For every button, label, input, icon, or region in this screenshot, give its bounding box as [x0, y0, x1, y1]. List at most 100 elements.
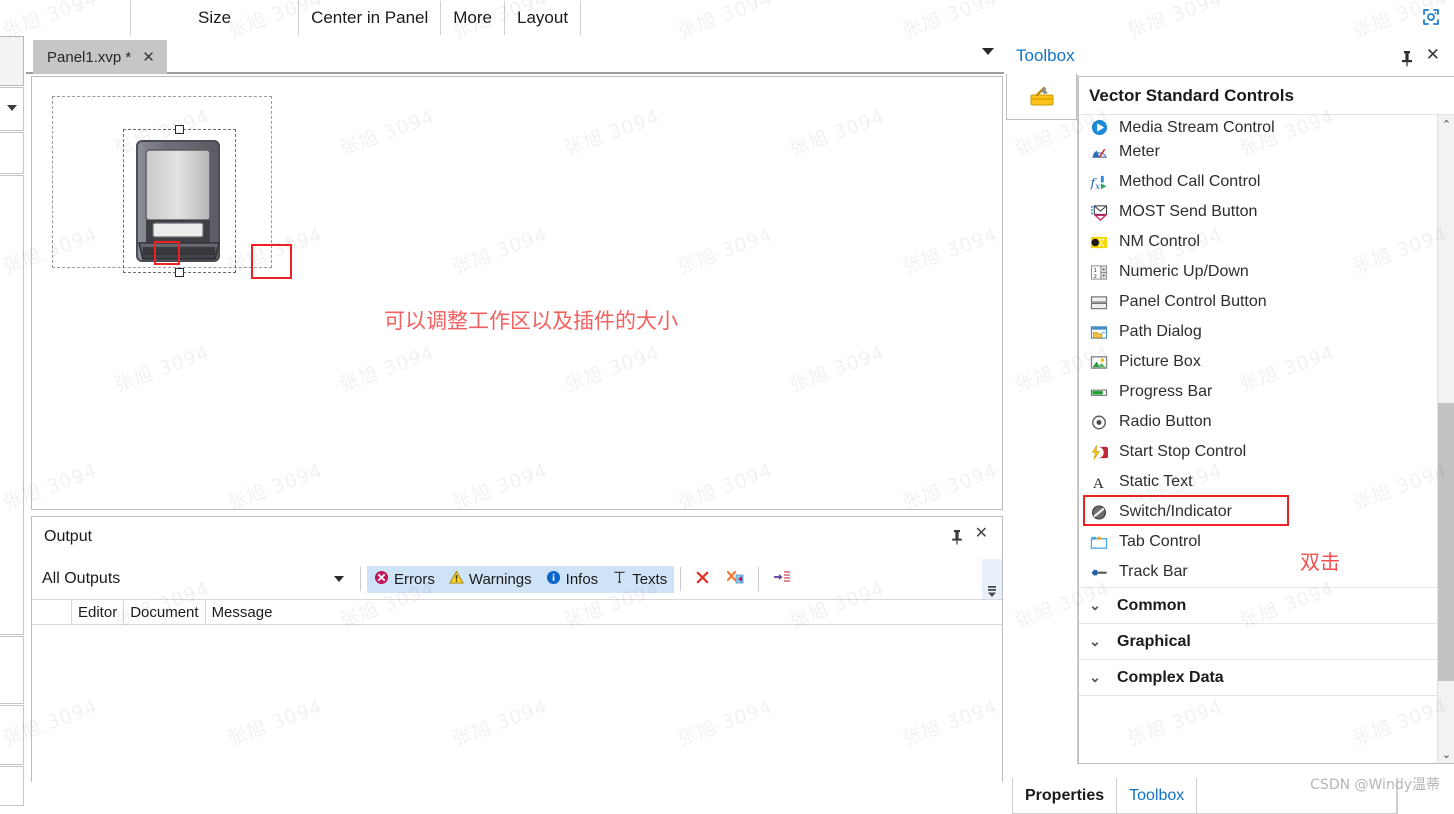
toolbox-item-progress-bar[interactable]: Progress Bar [1079, 377, 1454, 407]
column-header-message[interactable]: Message [206, 599, 1002, 625]
close-icon[interactable]: ✕ [1426, 46, 1440, 63]
scrollbar-thumb[interactable] [1438, 403, 1454, 681]
output-rows-area[interactable] [32, 625, 1002, 782]
toolbox-item-radio-button[interactable]: Radio Button [1079, 407, 1454, 437]
filter-texts-label: Texts [632, 570, 668, 588]
left-rail-box-5[interactable] [0, 766, 24, 806]
left-rail-box-2[interactable] [0, 175, 24, 635]
toolbox-item-label: Start Stop Control [1119, 443, 1247, 460]
output-filter-select[interactable]: All Outputs [42, 564, 354, 594]
tab-panel1-xvp[interactable]: Panel1.xvp * ✕ [33, 40, 167, 74]
filter-errors-button[interactable]: Errors [367, 565, 442, 593]
output-filter-value: All Outputs [42, 570, 121, 587]
tab-control-icon [1089, 532, 1109, 552]
toolbox-item-media-stream-control[interactable]: Media Stream Control [1079, 115, 1454, 137]
resize-handle-top[interactable] [175, 125, 184, 134]
clear-output-button[interactable] [687, 566, 718, 593]
toolbox-item-tab-control[interactable]: Tab Control [1079, 527, 1454, 557]
output-grid-header: Editor Document Message [32, 599, 1002, 625]
toolbox-section-complex-data[interactable]: ⌄ Complex Data [1079, 659, 1454, 695]
tab-properties[interactable]: Properties [1013, 778, 1118, 813]
svg-text:x: x [1095, 182, 1100, 191]
toolbox-item-meter[interactable]: Meter [1079, 137, 1454, 167]
media-stream-icon [1089, 117, 1109, 137]
toolbox-item-label: Media Stream Control [1119, 119, 1275, 136]
command-more[interactable]: More [441, 1, 504, 35]
wrap-text-icon [773, 569, 791, 589]
toolbox-item-most-send-button[interactable]: MOST Send Button [1079, 197, 1454, 227]
most-send-icon [1089, 202, 1109, 222]
tab-close-icon[interactable]: ✕ [142, 50, 155, 65]
toolbox-item-path-dialog[interactable]: Path Dialog [1079, 317, 1454, 347]
toolbox-item-panel-control-button[interactable]: Panel Control Button [1079, 287, 1454, 317]
design-canvas[interactable]: 可以调整工作区以及插件的大小 [31, 76, 1003, 510]
tab-toolbox[interactable]: Toolbox [1117, 778, 1198, 813]
toolbox-group-title: Vector Standard Controls [1079, 77, 1454, 115]
toolbox-section-common[interactable]: ⌄ Common [1079, 587, 1454, 623]
csdn-credit: CSDN @Windy温蒂 [1310, 777, 1440, 793]
svg-text:2: 2 [1093, 274, 1097, 280]
tab-label: Panel1.xvp * [47, 48, 132, 66]
toolbox-item-label: Track Bar [1119, 563, 1188, 580]
left-rail-panel-tab[interactable] [0, 36, 24, 86]
toolbar-separator [680, 567, 682, 591]
command-center-in-panel[interactable]: Center in Panel [299, 1, 440, 35]
toolbox-section-graphical[interactable]: ⌄ Graphical [1079, 623, 1454, 659]
close-icon[interactable]: ✕ [975, 526, 988, 542]
output-toolbar: All Outputs Errors Warnings Infos Texts [32, 559, 1002, 599]
left-rail-box-1[interactable] [0, 132, 24, 174]
toolbox-item-numeric-updown[interactable]: 1 2 Numeric Up/Down [1079, 257, 1454, 287]
toolbox-item-switch-indicator[interactable]: Switch/Indicator [1079, 497, 1454, 527]
meter-icon [1089, 142, 1109, 162]
command-size[interactable]: Size [186, 1, 243, 35]
toolbox-item-label: Method Call Control [1119, 173, 1261, 190]
svg-text:1: 1 [1093, 268, 1097, 274]
toolbox-item-label: NM Control [1119, 233, 1200, 250]
warning-icon [449, 570, 464, 589]
toolbox-item-label: Progress Bar [1119, 383, 1213, 400]
output-panel: Output ✕ All Outputs Errors Warnings Inf… [31, 516, 1003, 782]
filter-texts-button[interactable]: Texts [605, 565, 675, 593]
toolbox-item-label: Static Text [1119, 473, 1193, 490]
filter-warnings-button[interactable]: Warnings [441, 565, 539, 593]
left-rail-box-4[interactable] [0, 705, 24, 765]
toolbox-item-label: Tab Control [1119, 533, 1201, 550]
toolbox-item-track-bar[interactable]: Track Bar [1079, 557, 1454, 587]
scroll-down-icon[interactable]: ⌄ [1438, 745, 1454, 763]
toolbox-item-nm-control[interactable]: NM Control [1079, 227, 1454, 257]
pin-icon[interactable] [950, 529, 964, 548]
grid-row-gutter [32, 599, 72, 625]
text-icon [612, 569, 627, 589]
nm-control-icon [1089, 232, 1109, 252]
screenshot-capture-icon[interactable] [1416, 2, 1446, 32]
output-scroll-control[interactable] [982, 559, 1002, 599]
toolbox-item-picture-box[interactable]: Picture Box [1079, 347, 1454, 377]
clear-icon [695, 570, 710, 589]
pin-icon[interactable] [1400, 50, 1414, 70]
switch-widget-image[interactable] [131, 137, 229, 267]
path-dialog-icon [1089, 322, 1109, 342]
column-header-document[interactable]: Document [124, 599, 206, 625]
toolbox-scrollbar[interactable]: ⌃ ⌄ [1437, 115, 1454, 763]
wrap-text-button[interactable] [765, 566, 799, 593]
clear-filtered-button[interactable] [718, 566, 752, 593]
toolbox-item-static-text[interactable]: A Static Text [1079, 467, 1454, 497]
left-rail-box-3[interactable] [0, 636, 24, 704]
resize-handle-bottom[interactable] [175, 268, 184, 277]
toolbox-scroll-area[interactable]: Media Stream Control Meter f x Method Ca… [1079, 115, 1454, 763]
toolbox-item-method-call-control[interactable]: f x Method Call Control [1079, 167, 1454, 197]
track-bar-icon [1089, 562, 1109, 582]
tab-list-dropdown-icon[interactable] [982, 48, 994, 55]
filter-infos-button[interactable]: Infos [538, 565, 606, 593]
toolbox-list[interactable]: Vector Standard Controls Media Stream Co… [1078, 76, 1454, 764]
toolbox-side-tab[interactable] [1006, 74, 1077, 120]
toolbox-item-start-stop-control[interactable]: Start Stop Control [1079, 437, 1454, 467]
scroll-up-icon[interactable]: ⌃ [1438, 115, 1454, 133]
column-header-editor[interactable]: Editor [72, 599, 125, 625]
toolbox-item-label: Numeric Up/Down [1119, 263, 1249, 280]
command-layout[interactable]: Layout [505, 1, 580, 35]
left-rail-combo[interactable] [0, 87, 24, 131]
clear-filtered-icon [726, 569, 744, 589]
toolbox-icon [1030, 86, 1053, 105]
callout-box-corner [251, 244, 292, 279]
